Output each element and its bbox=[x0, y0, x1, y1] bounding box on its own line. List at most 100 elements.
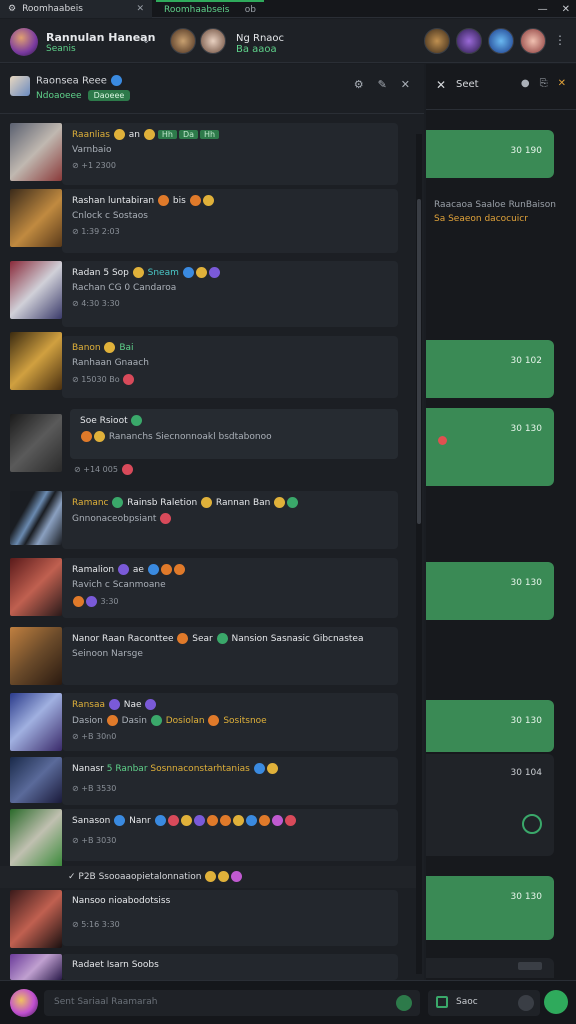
channel-sub-text: Ndoaoeee bbox=[36, 91, 82, 101]
meta-text: 1:39 2:03 bbox=[81, 227, 120, 236]
message-card[interactable]: Ramanc Rainsb Raletion Rannan Ban Gnnona… bbox=[62, 491, 398, 549]
more-icon[interactable]: ⋮ bbox=[554, 33, 566, 47]
message-meta: ⊘ 1:39 2:03 bbox=[72, 227, 120, 236]
message-bubble[interactable]: 30 130 bbox=[426, 700, 554, 752]
message-text: Cnlock c Sostaos bbox=[72, 211, 148, 221]
avatar[interactable] bbox=[520, 28, 546, 54]
message-card[interactable]: Ramalion ae Ravich c Scanmoane 3:30 bbox=[62, 558, 398, 618]
message-card[interactable]: Soe Rsioot Rananchs Siecnonnoakl bsdtabo… bbox=[70, 409, 398, 459]
message-thumbnail bbox=[10, 491, 62, 545]
panel-header: Raonsea Reee Ndoaoeee Daoeee ⚙ ✎ ✕ bbox=[0, 64, 424, 114]
message-thumbnail bbox=[10, 890, 62, 948]
emoji-icon bbox=[73, 596, 84, 607]
gear-icon[interactable]: ⚙ bbox=[354, 78, 364, 91]
reaction-icon[interactable] bbox=[438, 436, 447, 445]
message-card[interactable]: Sanason Nanr ⊘ +B 3030 bbox=[62, 809, 398, 861]
close-window-icon[interactable]: ✕ bbox=[562, 4, 570, 15]
emoji-icon bbox=[158, 195, 170, 206]
message-card[interactable]: Rashan luntabiran bis Cnlock c Sostaos ⊘… bbox=[62, 189, 398, 253]
emoji-icon bbox=[180, 815, 192, 826]
avatar[interactable] bbox=[10, 989, 38, 1017]
message-input[interactable]: Sent Sariaal Raamarah bbox=[44, 990, 420, 1016]
emoji-icon bbox=[232, 815, 244, 826]
thread-separator[interactable]: ✓ P2B Ssooaaopietalonnation bbox=[0, 866, 418, 888]
bubble-text: 30 190 bbox=[510, 146, 543, 156]
check-icon[interactable] bbox=[522, 814, 542, 834]
message-body: Dasion bbox=[72, 716, 103, 726]
emoji-icon bbox=[253, 763, 265, 774]
message-bubble[interactable]: 30 130 bbox=[426, 562, 554, 620]
close-icon[interactable]: ✕ bbox=[558, 78, 566, 89]
sender-name: Banon bbox=[72, 343, 101, 353]
tab-1[interactable]: ⚙ Roomhaabeis ✕ bbox=[0, 0, 152, 18]
message-card[interactable]: Nanasr 5 Ranbar Sosnnaconstarhtanias ⊘ +… bbox=[62, 757, 398, 805]
message-text: Ranhaan Gnaach bbox=[72, 358, 149, 368]
chevron-down-icon[interactable]: ⌄ bbox=[142, 35, 150, 46]
copy-icon[interactable]: ⎘ bbox=[540, 78, 548, 89]
sender-name: Ransaa bbox=[72, 700, 105, 710]
note-text: Sa Seaeon dacocuicr bbox=[434, 214, 528, 224]
message-title: Radaet Isarn Soobs bbox=[72, 960, 159, 970]
edit-icon[interactable]: ✎ bbox=[378, 78, 387, 91]
message-card[interactable]: Ransaa Nae Dasion Dasin Dosiolan Sositsn… bbox=[62, 693, 398, 751]
emoji-icon bbox=[117, 564, 129, 575]
message-card[interactable]: Nansoo nioabodotsiss ⊘ 5:16 3:30 bbox=[62, 890, 398, 946]
message-meta: ⊘ +B 3530 bbox=[72, 784, 117, 793]
message-title: Soe Rsioot bbox=[80, 415, 388, 426]
send-button[interactable] bbox=[544, 990, 568, 1014]
message-title: Rashan luntabiran bis bbox=[72, 195, 388, 206]
message-title: Sanason Nanr bbox=[72, 815, 388, 826]
emoji-icon bbox=[154, 815, 166, 826]
avatar[interactable] bbox=[424, 28, 450, 54]
emoji-icon bbox=[167, 815, 179, 826]
emoji-icon bbox=[193, 815, 205, 826]
message-meta: ⊘ +B 30n0 bbox=[72, 732, 117, 741]
thread-reply-input[interactable]: Saoc bbox=[428, 990, 540, 1016]
message-thumbnail bbox=[10, 189, 62, 247]
search-icon[interactable]: ● bbox=[521, 78, 530, 89]
avatar[interactable] bbox=[170, 28, 196, 54]
attach-icon[interactable] bbox=[436, 996, 448, 1008]
settings-icon[interactable] bbox=[518, 995, 534, 1011]
message-bubble[interactable]: 30 190 bbox=[426, 130, 554, 178]
message-card[interactable]: Radaet Isarn Soobs bbox=[62, 954, 398, 980]
emoji-icon bbox=[121, 464, 133, 475]
message-bubble[interactable]: 30 130 bbox=[426, 408, 554, 486]
emoji-icon bbox=[147, 564, 159, 575]
emoji-icon bbox=[205, 871, 217, 882]
message-bubble[interactable]: 30 130 bbox=[426, 876, 554, 940]
message-bubble[interactable] bbox=[426, 958, 554, 978]
avatar[interactable] bbox=[200, 28, 226, 54]
emoji-icon bbox=[160, 564, 172, 575]
chip: Da bbox=[178, 130, 199, 139]
message-body: Rananchs Siecnonnoakl bsdtabonoo bbox=[108, 432, 272, 442]
message-title: Radan 5 Sop Sneam bbox=[72, 267, 388, 278]
user-avatar[interactable] bbox=[10, 28, 38, 56]
message-card[interactable]: Raanlias an Hh Da Hh Varnbaio ⊘ +1 2300 bbox=[62, 123, 398, 185]
avatar[interactable] bbox=[488, 28, 514, 54]
sender-name: Nansoo bbox=[72, 896, 106, 906]
message-card[interactable]: Radan 5 Sop Sneam Rachan CG 0 Candaroa ⊘… bbox=[62, 261, 398, 327]
message-thumbnail bbox=[10, 414, 62, 472]
message-card[interactable]: Nanor Raan Raconttee Sear Nansion Sasnas… bbox=[62, 627, 398, 685]
emoji-icon[interactable] bbox=[396, 995, 412, 1011]
message-title: Nansoo nioabodotsiss bbox=[72, 896, 388, 906]
emoji-icon bbox=[231, 871, 243, 882]
message-title: Nanasr 5 Ranbar Sosnnaconstarhtanias bbox=[72, 763, 388, 774]
close-icon[interactable]: ✕ bbox=[401, 78, 410, 91]
emoji-icon bbox=[177, 633, 189, 644]
bubble-text: 30 130 bbox=[510, 424, 543, 434]
tab-2[interactable]: Roomhaabseis ob bbox=[156, 0, 264, 18]
message-bubble[interactable]: 30 104 bbox=[426, 754, 554, 856]
minimize-icon[interactable]: — bbox=[538, 4, 548, 15]
avatar[interactable] bbox=[456, 28, 482, 54]
thread-header: ✕ Seet ● ⎘ ✕ bbox=[426, 64, 576, 110]
message-meta: ⊘ 5:16 3:30 bbox=[72, 920, 120, 929]
message-card[interactable]: Banon Bai Ranhaan Gnaach ⊘ 15030 Bo bbox=[62, 336, 398, 398]
close-icon[interactable]: ✕ bbox=[436, 78, 446, 92]
message-bubble[interactable]: 30 102 bbox=[426, 340, 554, 398]
meta-text: +B 3530 bbox=[81, 784, 117, 793]
emoji-icon bbox=[112, 497, 124, 508]
close-tab-icon[interactable]: ✕ bbox=[136, 4, 144, 14]
scrollbar-thumb[interactable] bbox=[417, 199, 421, 524]
